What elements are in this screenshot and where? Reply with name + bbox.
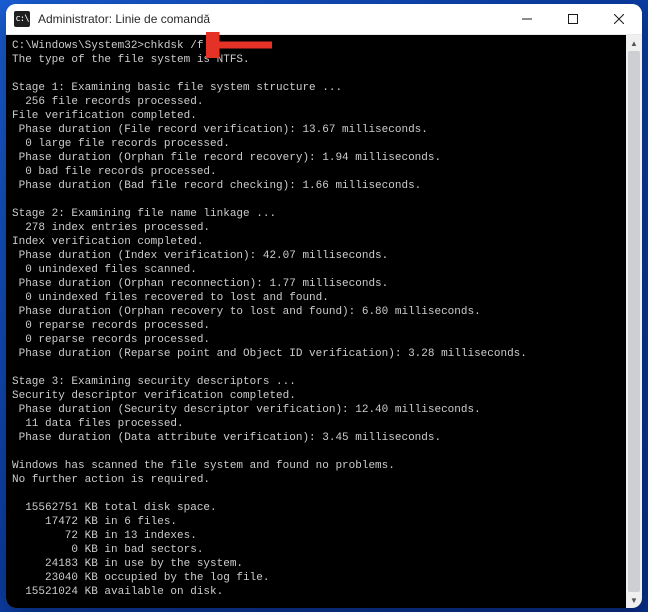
command-prompt-window: c:\ Administrator: Linie de comandă C:\W… bbox=[6, 4, 642, 608]
titlebar[interactable]: c:\ Administrator: Linie de comandă bbox=[6, 4, 642, 35]
close-button[interactable] bbox=[596, 4, 642, 34]
terminal[interactable]: C:\Windows\System32>chkdsk /f r: The typ… bbox=[6, 35, 642, 608]
window-controls bbox=[504, 4, 642, 34]
minimize-button[interactable] bbox=[504, 4, 550, 34]
scroll-up-arrow-icon[interactable]: ▲ bbox=[626, 35, 642, 51]
scrollbar-track[interactable] bbox=[626, 51, 642, 592]
scroll-down-arrow-icon[interactable]: ▼ bbox=[626, 592, 642, 608]
terminal-output[interactable]: C:\Windows\System32>chkdsk /f r: The typ… bbox=[6, 35, 642, 608]
maximize-button[interactable] bbox=[550, 4, 596, 34]
window-title: Administrator: Linie de comandă bbox=[38, 12, 210, 26]
cmd-icon: c:\ bbox=[14, 11, 30, 27]
scrollbar-thumb[interactable] bbox=[628, 51, 640, 592]
vertical-scrollbar[interactable]: ▲ ▼ bbox=[626, 35, 642, 608]
